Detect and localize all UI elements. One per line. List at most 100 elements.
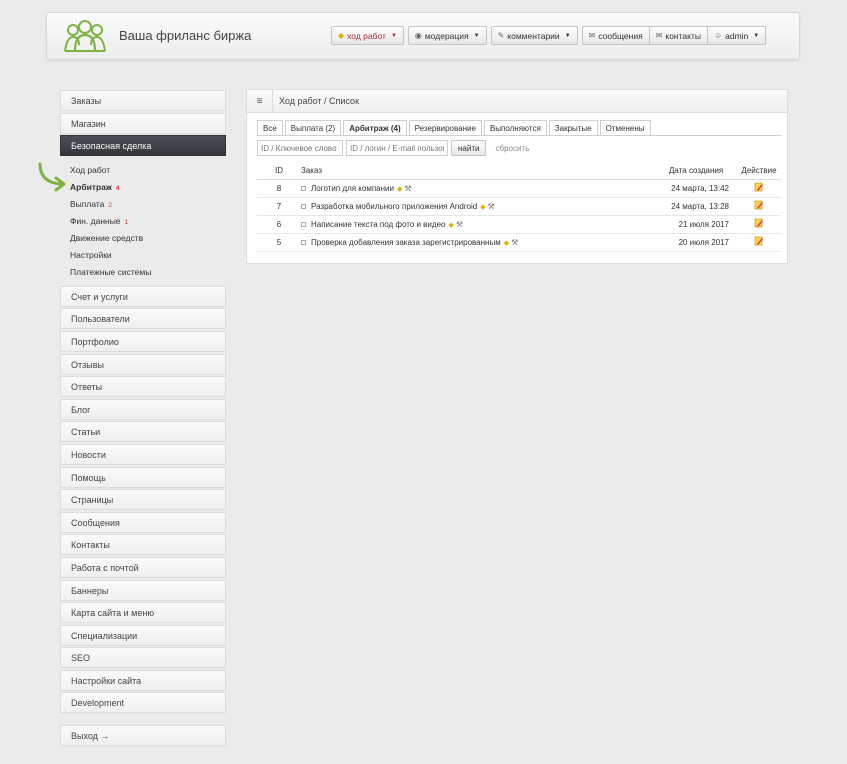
sidebar-sub-payment-systems[interactable]: Платежные системы [60,264,226,281]
sidebar-items: Счет и услуги Пользователи Портфолио Отзывы… [60,285,226,714]
sidebar-item[interactable]: Баннеры [60,579,226,601]
row-date: 24 марта, 13:28 [667,197,737,216]
sidebar-sub-money-flow[interactable]: Движение средств [60,230,226,247]
sidebar-item[interactable]: Счет и услуги [60,285,226,307]
sidebar-sub-arbitration[interactable]: Арбитраж 4 [60,179,226,196]
sidebar-item[interactable]: Сообщения [60,511,226,533]
row-action [737,215,781,234]
nav-comments-button[interactable]: ✎ комментарии ▼ [490,26,578,45]
sidebar-sub-payout[interactable]: Выплата 2 [60,196,226,213]
find-button[interactable]: найти [451,140,487,156]
count-badge: 4 [115,184,120,192]
edit-icon[interactable] [754,200,764,210]
sidebar-sub-progress[interactable]: Ход работ [60,162,226,179]
top-header: Ваша фриланс биржа ◆ ход работ ▼ ◉ модер… [46,12,800,60]
tab[interactable]: Закрытые [548,120,598,136]
sidebar-item[interactable]: Ответы [60,376,226,398]
sidebar-item[interactable]: Страницы [60,489,226,511]
tab[interactable]: Выплата (2) [284,120,342,136]
site-title[interactable]: Ваша фриланс биржа [119,28,251,43]
row-action [737,233,781,252]
table-row: 6 Написание текста под фото и видео ◆ ⚒ 21 и… [257,215,781,234]
table-body: 8 Логотип для компании ◆ ⚒ 24 марта, 13:42 7 Р… [257,179,781,252]
sidebar-item[interactable]: Контакты [60,534,226,556]
tab[interactable]: Выполняются [483,120,547,136]
wrench-icon: ⚒ [487,201,495,211]
tab[interactable]: Все [257,120,283,136]
wrench-icon: ⚒ [455,219,464,229]
caret-down-icon: ▼ [564,32,571,39]
count-badge: 1 [124,218,129,226]
tab[interactable]: Резервирование [408,120,482,136]
row-date: 24 марта, 13:42 [667,179,737,198]
sub-label: Выплата [70,198,105,209]
pencil-icon: ✎ [497,31,505,40]
user-search-input[interactable] [346,140,448,156]
row-order: Проверка добавления заказа зарегистриров… [301,233,667,252]
nav-admin-button[interactable]: ☺ admin ▼ [706,26,767,45]
checkbox-icon[interactable] [301,239,306,245]
col-action: Действие [737,163,781,180]
sidebar-item[interactable]: Специализации [60,624,226,646]
nav-contacts-button[interactable]: ✉ контакты [648,26,708,45]
search-input[interactable] [257,140,343,156]
menu-icon[interactable]: ≡ [247,89,273,113]
nav-group: ✉ сообщения ✉ контакты ☺ admin ▼ [581,26,767,45]
sidebar-item[interactable]: Блог [60,398,226,420]
sidebar-item[interactable]: Работа с почтой [60,556,226,578]
envelope-icon: ✉ [588,31,596,40]
sidebar-item[interactable]: Портфолио [60,330,226,352]
shield-icon: ◆ [480,203,486,211]
tab[interactable]: Отменены [599,120,651,136]
tab[interactable]: Арбитраж (4) [343,120,407,136]
col-order: Заказ [301,163,667,180]
checkbox-icon[interactable] [301,203,306,209]
sidebar-item[interactable]: Development [60,692,226,714]
sidebar-item[interactable]: Отзывы [60,353,226,375]
sidebar-sub-settings[interactable]: Настройки [60,247,226,264]
breadcrumb: Ход работ / Список [279,96,360,106]
order-link[interactable]: Проверка добавления заказа зарегистриров… [311,238,501,247]
order-link[interactable]: Разработка мобильного приложения Android [311,202,477,211]
order-link[interactable]: Написание текста под фото и видео [311,220,445,229]
reset-link[interactable]: сбросить [495,144,529,153]
table-row: 8 Логотип для компании ◆ ⚒ 24 марта, 13:42 [257,179,781,198]
sidebar-item-orders[interactable]: Заказы [60,90,226,111]
edit-icon[interactable] [754,182,764,192]
shield-icon: ◆ [396,185,403,193]
sub-label: Платежные системы [70,266,152,277]
sidebar-item-safe-deal[interactable]: Безопасная сделка [60,135,226,157]
caret-down-icon: ▼ [753,32,760,39]
logout-button[interactable]: Выход → [60,725,226,747]
edit-icon[interactable] [754,218,764,228]
sidebar-sub-fin-data[interactable]: Фин. данные 1 [60,213,226,230]
eye-icon: ◉ [414,31,422,40]
logo-icon[interactable] [63,19,107,55]
nav-label: сообщения [598,30,643,41]
main-panel: ≡ Ход работ / Список Все Выплата (2) Арбит… [246,89,788,264]
edit-icon[interactable] [754,236,764,246]
sidebar-item[interactable]: Карта сайта и меню [60,602,226,624]
order-link[interactable]: Логотип для компании [311,184,394,193]
sub-label: Фин. данные [70,215,121,226]
checkbox-icon[interactable] [301,185,306,191]
checkbox-icon[interactable] [301,221,306,227]
nav-progress-button[interactable]: ◆ ход работ ▼ [331,26,404,45]
sidebar-item[interactable]: SEO [60,647,226,669]
sidebar-item[interactable]: Статьи [60,421,226,443]
nav-label: admin [725,30,749,41]
sidebar-item[interactable]: Пользователи [60,308,226,330]
sidebar-item[interactable]: Настройки сайта [60,669,226,691]
sidebar-item-shop[interactable]: Магазин [60,112,226,134]
sidebar-item[interactable]: Помощь [60,466,226,488]
sub-label: Настройки [70,249,112,260]
nav-messages-button[interactable]: ✉ сообщения [581,26,650,45]
row-action [737,179,781,198]
row-id: 6 [257,215,301,234]
sidebar-item[interactable]: Новости [60,443,226,465]
shield-icon: ◆ [338,31,345,40]
col-date: Дата создания [667,163,737,180]
tab-divider [257,135,781,136]
sub-label: Арбитраж [70,181,112,192]
nav-moderation-button[interactable]: ◉ модерация ▼ [407,26,487,45]
